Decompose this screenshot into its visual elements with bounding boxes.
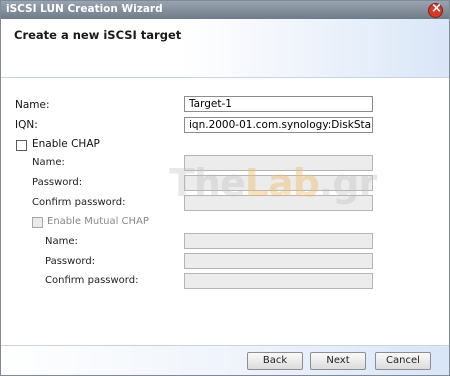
mutual-name-input[interactable] <box>184 233 373 249</box>
title-bar: iSCSI LUN Creation Wizard <box>1 1 449 19</box>
watermark-part1: The <box>169 161 246 205</box>
mutual-confirm-label: Confirm password: <box>45 275 139 286</box>
enable-chap-checkbox[interactable] <box>16 140 27 151</box>
wizard-header: Create a new iSCSI target <box>1 19 449 78</box>
iqn-input[interactable]: iqn.2000-01.com.synology:DiskSta <box>184 117 373 133</box>
mutual-confirm-input[interactable] <box>184 273 373 289</box>
window-title: iSCSI LUN Creation Wizard <box>6 3 163 15</box>
mutual-name-label: Name: <box>45 236 78 247</box>
chap-password-label: Password: <box>32 177 83 188</box>
page-title: Create a new iSCSI target <box>14 28 182 42</box>
next-button[interactable]: Next <box>310 352 366 370</box>
name-input[interactable]: Target-1 <box>184 96 373 112</box>
mutual-password-input[interactable] <box>184 253 373 269</box>
back-button[interactable]: Back <box>247 352 303 370</box>
watermark-part3: .gr <box>318 161 377 205</box>
watermark: TheLab.gr <box>169 161 377 205</box>
watermark-part2: Lab <box>244 161 320 205</box>
cancel-button[interactable]: Cancel <box>375 352 431 370</box>
chap-confirm-label: Confirm password: <box>32 197 126 208</box>
chap-name-label: Name: <box>32 157 65 168</box>
enable-mutual-chap-checkbox[interactable] <box>32 217 43 228</box>
iqn-label: IQN: <box>15 119 38 131</box>
wizard-window: iSCSI LUN Creation Wizard Create a new i… <box>0 0 450 376</box>
mutual-password-label: Password: <box>45 256 96 267</box>
name-label: Name: <box>15 99 50 111</box>
enable-chap-label: Enable CHAP <box>32 138 100 150</box>
enable-mutual-chap-label: Enable Mutual CHAP <box>47 216 149 227</box>
close-icon[interactable] <box>428 1 443 18</box>
